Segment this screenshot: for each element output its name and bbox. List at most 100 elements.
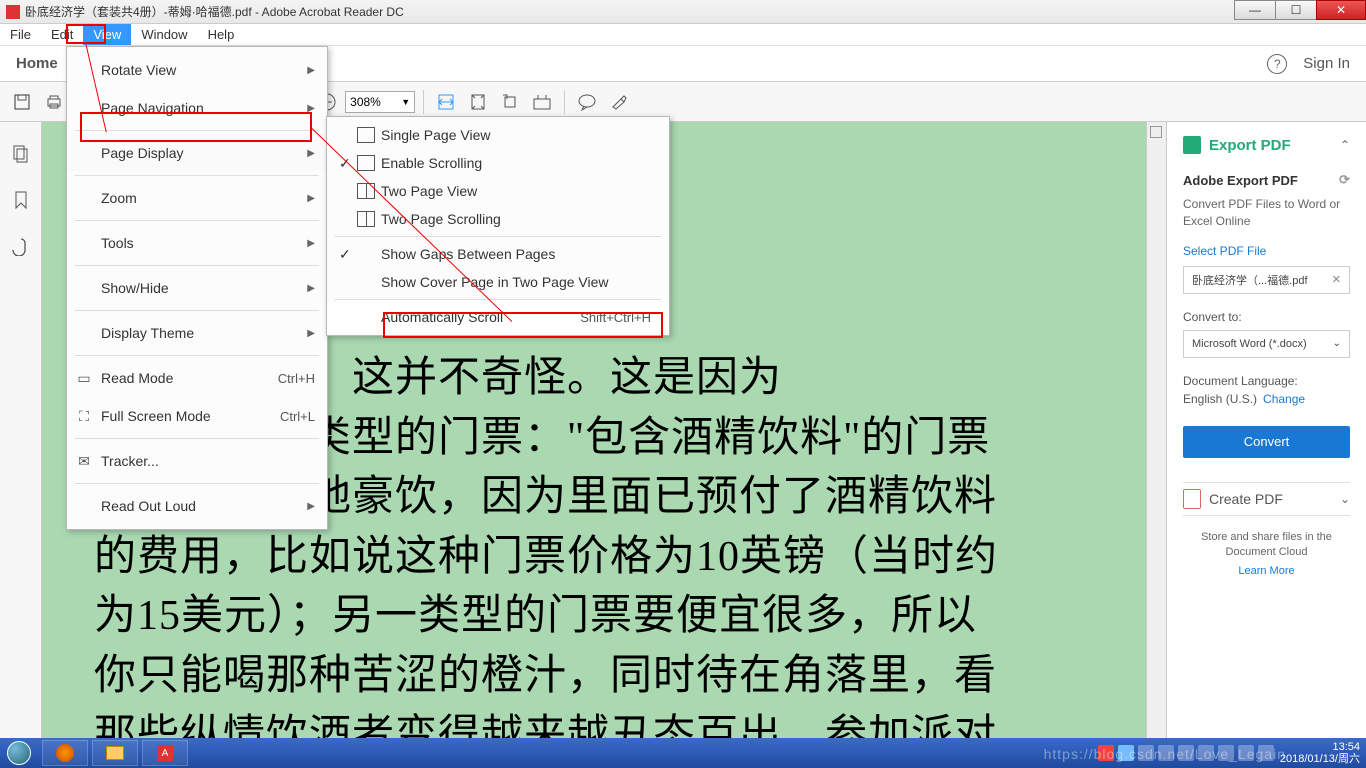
zoom-select[interactable]: 308%▼ [345, 91, 415, 113]
right-panel: Export PDF ⌃ Adobe Export PDF ⟳ Convert … [1166, 122, 1366, 738]
chevron-down-icon: ⌄ [1340, 492, 1350, 506]
menu-file[interactable]: File [0, 24, 41, 45]
two-scroll-icon [357, 211, 375, 227]
task-firefox[interactable] [42, 740, 88, 766]
comment-icon[interactable] [573, 88, 601, 116]
remove-file-icon[interactable]: ✕ [1332, 273, 1341, 286]
learn-more-link[interactable]: Learn More [1183, 564, 1350, 579]
attachment-icon[interactable] [9, 234, 33, 258]
submenu-cover-page[interactable]: Show Cover Page in Two Page View [327, 268, 669, 296]
menu-help[interactable]: Help [198, 24, 245, 45]
submenu-two-page[interactable]: Two Page View [327, 177, 669, 205]
convert-button[interactable]: Convert [1183, 426, 1350, 458]
menu-display-theme[interactable]: Display Theme▶ [67, 314, 327, 352]
language-label: Document Language: [1183, 374, 1350, 388]
close-button[interactable]: ✕ [1316, 0, 1366, 20]
submenu-two-scrolling[interactable]: Two Page Scrolling [327, 205, 669, 233]
menu-edit[interactable]: Edit [41, 24, 83, 45]
menu-rotate-view[interactable]: Rotate View▶ [67, 51, 327, 89]
pdf-icon [6, 5, 20, 19]
export-icon [1183, 136, 1201, 154]
maximize-button[interactable]: ☐ [1275, 0, 1317, 20]
submenu-separator [335, 299, 661, 300]
bookmark-icon[interactable] [9, 188, 33, 212]
create-pdf-section[interactable]: Create PDF ⌄ [1183, 482, 1350, 516]
selected-file-box[interactable]: 卧底经济学（...福德.pdf ✕ [1183, 266, 1350, 294]
task-explorer[interactable] [92, 740, 138, 766]
start-button[interactable] [0, 739, 38, 767]
window-title: 卧底经济学（套装共4册）-蒂姆·哈福德.pdf - Adobe Acrobat … [25, 3, 404, 20]
two-page-icon [357, 183, 375, 199]
single-page-icon [357, 127, 375, 143]
minimize-button[interactable]: — [1234, 0, 1276, 20]
menu-read-out-loud[interactable]: Read Out Loud▶ [67, 487, 327, 525]
scrolling-icon [357, 155, 375, 171]
cloud-footer: Store and share files in the Document Cl… [1183, 530, 1350, 580]
help-icon[interactable]: ? [1267, 54, 1287, 74]
menu-bar: File Edit View Window Help [0, 24, 1366, 46]
submenu-enable-scrolling[interactable]: ✓Enable Scrolling [327, 149, 669, 177]
create-pdf-icon [1183, 489, 1201, 509]
home-label[interactable]: Home [16, 55, 58, 72]
menu-show-hide[interactable]: Show/Hide▶ [67, 269, 327, 307]
menu-read-mode[interactable]: ▭Read ModeCtrl+H [67, 359, 327, 397]
menu-zoom[interactable]: Zoom▶ [67, 179, 327, 217]
clock[interactable]: 13:54 2018/01/13/周六 [1280, 741, 1360, 765]
menu-full-screen[interactable]: ⛶Full Screen ModeCtrl+L [67, 397, 327, 435]
menu-separator [75, 220, 319, 221]
menu-separator [75, 310, 319, 311]
adobe-export-title: Adobe Export PDF [1183, 173, 1298, 188]
convert-to-label: Convert to: [1183, 310, 1350, 324]
menu-separator [75, 355, 319, 356]
select-pdf-link[interactable]: Select PDF File [1183, 244, 1350, 258]
check-icon: ✓ [339, 246, 353, 263]
scroll-up-icon[interactable] [1150, 126, 1162, 138]
change-language-link[interactable]: Change [1263, 392, 1305, 406]
chevron-down-icon: ⌄ [1333, 338, 1341, 349]
menu-separator [75, 265, 319, 266]
menu-page-navigation[interactable]: Page Navigation▶ [67, 89, 327, 127]
page-display-submenu: Single Page View ✓Enable Scrolling Two P… [326, 116, 670, 336]
read-mode-icon: ▭ [75, 369, 93, 387]
print-icon[interactable] [40, 88, 68, 116]
window-controls: — ☐ ✕ [1235, 0, 1366, 20]
menu-view[interactable]: View [83, 24, 131, 45]
menu-separator [75, 175, 319, 176]
format-select[interactable]: Microsoft Word (*.docx) ⌄ [1183, 330, 1350, 358]
page-view-icon[interactable] [528, 88, 556, 116]
scrollbar[interactable] [1146, 122, 1166, 738]
collapse-icon[interactable]: ⌃ [1340, 138, 1350, 152]
menu-separator [75, 130, 319, 131]
tracker-icon: ✉ [75, 452, 93, 470]
save-icon[interactable] [8, 88, 36, 116]
fit-width-icon[interactable] [432, 88, 460, 116]
thumbnails-icon[interactable] [9, 142, 33, 166]
sign-in-link[interactable]: Sign In [1303, 55, 1350, 72]
convert-description: Convert PDF Files to Word or Excel Onlin… [1183, 196, 1350, 230]
menu-tools[interactable]: Tools▶ [67, 224, 327, 262]
task-acrobat[interactable]: A [142, 740, 188, 766]
submenu-auto-scroll[interactable]: Automatically ScrollShift+Ctrl+H [327, 303, 669, 331]
refresh-icon[interactable]: ⟳ [1339, 172, 1350, 188]
submenu-separator [335, 236, 661, 237]
menu-separator [75, 483, 319, 484]
highlight-icon[interactable] [605, 88, 633, 116]
fit-page-icon[interactable] [464, 88, 492, 116]
view-menu: Rotate View▶ Page Navigation▶ Page Displ… [66, 46, 328, 530]
rotate-icon[interactable] [496, 88, 524, 116]
check-icon: ✓ [339, 155, 353, 172]
fullscreen-icon: ⛶ [75, 407, 93, 425]
title-bar: 卧底经济学（套装共4册）-蒂姆·哈福德.pdf - Adobe Acrobat … [0, 0, 1366, 24]
menu-window[interactable]: Window [131, 24, 197, 45]
language-value: English (U.S.)Change [1183, 392, 1350, 406]
menu-tracker[interactable]: ✉Tracker... [67, 442, 327, 480]
menu-separator [75, 438, 319, 439]
submenu-single-page[interactable]: Single Page View [327, 121, 669, 149]
watermark-text: https://blog.csdn.net/Love_Legain [1044, 746, 1286, 762]
toolbar-divider [423, 90, 424, 114]
export-pdf-header[interactable]: Export PDF [1183, 136, 1291, 154]
submenu-show-gaps[interactable]: ✓Show Gaps Between Pages [327, 240, 669, 268]
menu-page-display[interactable]: Page Display▶ [67, 134, 327, 172]
left-toolbar [0, 122, 42, 738]
toolbar-divider [564, 90, 565, 114]
